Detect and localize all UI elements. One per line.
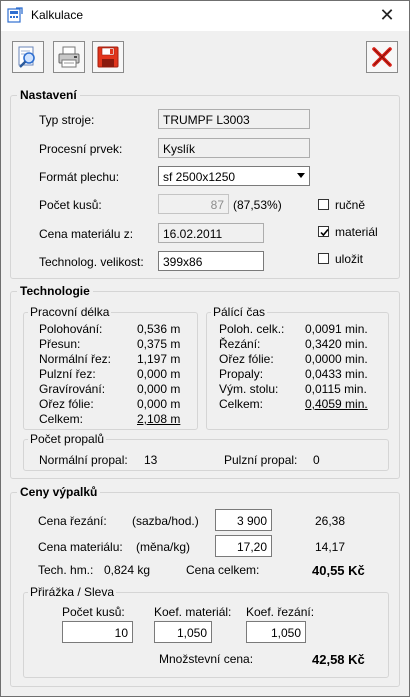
piece-count-percent: (87,53%) bbox=[233, 198, 282, 212]
working-length-title: Pracovní délka bbox=[28, 305, 112, 319]
bt-label-3: Propaly: bbox=[219, 367, 264, 381]
technolog-size-label: Technolog. velikost: bbox=[39, 255, 144, 269]
wl-total-value: 2,108 m bbox=[137, 412, 181, 426]
pulse-pierce-label: Pulzní propal: bbox=[224, 453, 298, 467]
prices-title: Ceny výpalků bbox=[17, 485, 101, 499]
bt-value-3: 0,0433 min. bbox=[305, 367, 368, 381]
manual-checkbox[interactable] bbox=[318, 199, 329, 210]
material-price-result: 14,17 bbox=[315, 540, 346, 554]
surcharge-title: Přirážka / Sleva bbox=[28, 585, 117, 599]
surcharge-group: Přirážka / Sleva Počet kusů: 10 Koef. ma… bbox=[23, 585, 389, 678]
material-checkbox-label: materiál bbox=[335, 225, 378, 239]
title-bar: Kalkulace ✕ bbox=[1, 1, 409, 31]
chevron-down-icon[interactable] bbox=[297, 173, 305, 178]
calculation-window: Kalkulace ✕ Nastavení Typ stroje: TRUMPF… bbox=[0, 0, 410, 697]
checkmark-icon bbox=[320, 228, 329, 237]
wl-value-0: 0,536 m bbox=[137, 322, 181, 336]
settings-group: Nastavení Typ stroje: TRUMPF L3003 Proce… bbox=[10, 88, 400, 279]
close-button[interactable] bbox=[366, 41, 398, 73]
machine-type-field: TRUMPF L3003 bbox=[158, 109, 310, 129]
burning-time-title: Pálící čas bbox=[211, 305, 268, 319]
prices-group: Ceny výpalků Cena řezání: (sazba/hod.) 3… bbox=[10, 485, 400, 687]
tech-weight-label: Tech. hm.: bbox=[38, 563, 94, 577]
technology-group: Technologie Pracovní délka Polohování: 0… bbox=[10, 284, 400, 479]
piece-count-label: Počet kusů: bbox=[39, 198, 102, 212]
wl-value-1: 0,375 m bbox=[137, 337, 181, 351]
material-price-date-field: 16.02.2011 bbox=[158, 223, 264, 243]
piece-count-field[interactable]: 87 bbox=[158, 194, 229, 214]
print-button[interactable] bbox=[53, 41, 85, 73]
sheet-format-label: Formát plechu: bbox=[39, 170, 120, 184]
wl-label-3: Pulzní řez: bbox=[39, 367, 96, 381]
window-title: Kalkulace bbox=[31, 8, 84, 22]
wl-label-1: Přesun: bbox=[39, 337, 81, 351]
quantity-price-value: 42,58 Kč bbox=[312, 652, 365, 667]
process-element-label: Procesní prvek: bbox=[39, 142, 123, 156]
bt-label-2: Ořez fólie: bbox=[219, 352, 274, 366]
cutting-price-result: 26,38 bbox=[315, 514, 346, 528]
cutting-coef-input[interactable]: 1,050 bbox=[246, 621, 306, 643]
bt-label-5: Celkem: bbox=[219, 397, 264, 411]
bt-value-1: 0,3420 min. bbox=[305, 337, 368, 351]
save-button[interactable] bbox=[92, 41, 124, 73]
cutting-coef-label: Koef. řezání: bbox=[246, 605, 315, 619]
wl-label-4: Gravírování: bbox=[39, 382, 106, 396]
total-price-value: 40,55 Kč bbox=[312, 563, 365, 578]
material-price-unit: (měna/kg) bbox=[136, 540, 191, 554]
material-coef-label: Koef. materiál: bbox=[154, 605, 232, 619]
bt-value-0: 0,0091 min. bbox=[305, 322, 368, 336]
bt-total-value: 0,4059 min. bbox=[305, 397, 368, 411]
wl-label-2: Normální řez: bbox=[39, 352, 112, 366]
cutting-rate-input[interactable]: 3 900 bbox=[215, 509, 272, 531]
bt-value-2: 0,0000 min. bbox=[305, 352, 368, 366]
process-element-field: Kyslík bbox=[158, 138, 310, 158]
material-rate-input[interactable]: 17,20 bbox=[215, 535, 272, 557]
material-coef-input[interactable]: 1,050 bbox=[154, 621, 212, 643]
pulse-pierce-value: 0 bbox=[313, 453, 320, 467]
surcharge-pieces-label: Počet kusů: bbox=[62, 605, 125, 619]
wl-value-5: 0,000 m bbox=[137, 397, 181, 411]
machine-type-label: Typ stroje: bbox=[39, 113, 95, 127]
material-price-label: Cena materiálu: bbox=[38, 540, 123, 554]
bt-label-0: Poloh. celk.: bbox=[219, 322, 285, 336]
wl-label-5: Ořez fólie: bbox=[39, 397, 94, 411]
bt-label-1: Řezání: bbox=[219, 337, 261, 351]
pierce-count-title: Počet propalů bbox=[28, 432, 107, 446]
normal-pierce-value: 13 bbox=[144, 453, 158, 467]
normal-pierce-label: Normální propal: bbox=[39, 453, 128, 467]
sheet-format-select[interactable]: sf 2500x1250 bbox=[158, 166, 310, 186]
pierce-count-group: Počet propalů Normální propal: 13 Pulzní… bbox=[23, 432, 389, 471]
technology-title: Technologie bbox=[17, 284, 93, 298]
save-checkbox[interactable] bbox=[318, 253, 329, 264]
wl-value-4: 0,000 m bbox=[137, 382, 181, 396]
app-icon bbox=[7, 7, 23, 23]
material-price-date-label: Cena materiálu z: bbox=[39, 227, 134, 241]
sheet-format-value: sf 2500x1250 bbox=[163, 170, 236, 184]
cutting-price-label: Cena řezání: bbox=[38, 514, 107, 528]
cutting-price-unit: (sazba/hod.) bbox=[132, 514, 199, 528]
working-length-group: Pracovní délka Polohování: 0,536 m Přesu… bbox=[23, 305, 198, 430]
total-price-label: Cena celkem: bbox=[186, 563, 260, 577]
quantity-price-label: Množstevní cena: bbox=[159, 652, 254, 666]
wl-value-2: 1,197 m bbox=[137, 352, 181, 366]
material-checkbox[interactable] bbox=[318, 226, 329, 237]
manual-checkbox-label: ručně bbox=[335, 198, 366, 212]
toolbar bbox=[7, 39, 403, 79]
wl-label-6: Celkem: bbox=[39, 412, 84, 426]
burning-time-group: Pálící čas Poloh. celk.: 0,0091 min. Řez… bbox=[206, 305, 389, 430]
bt-value-4: 0,0115 min. bbox=[305, 382, 367, 396]
wl-label-0: Polohování: bbox=[39, 322, 103, 336]
technolog-size-field[interactable]: 399x86 bbox=[158, 251, 264, 271]
wl-value-3: 0,000 m bbox=[137, 367, 181, 381]
preview-button[interactable] bbox=[12, 41, 44, 73]
window-close-button[interactable]: ✕ bbox=[365, 1, 409, 31]
settings-title: Nastavení bbox=[17, 88, 80, 102]
surcharge-pieces-input[interactable]: 10 bbox=[62, 621, 133, 643]
save-checkbox-label: uložit bbox=[335, 252, 364, 266]
tech-weight-value: 0,824 kg bbox=[104, 563, 151, 577]
bt-label-4: Vým. stolu: bbox=[219, 382, 279, 396]
